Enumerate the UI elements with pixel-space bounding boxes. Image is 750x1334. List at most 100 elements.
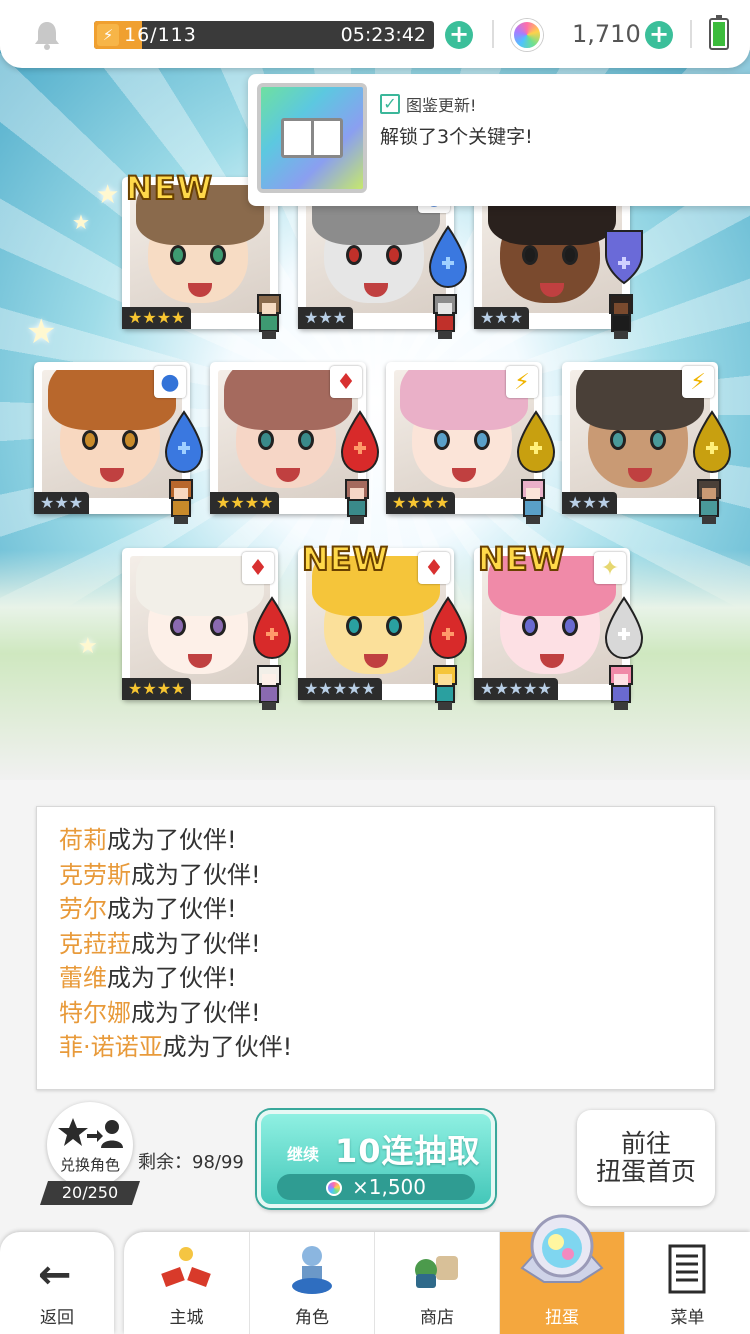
pixel-sprite-icon	[345, 479, 369, 524]
stamina-value: 16/113	[124, 24, 197, 46]
fire-element-icon: ♦	[242, 552, 274, 584]
new-badge: NEW	[125, 168, 213, 208]
recruit-log[interactable]: 荷莉成为了伙伴! 克劳斯成为了伙伴! 劳尔成为了伙伴! 克菈菈成为了伙伴! 蕾维成为了伙…	[36, 806, 715, 1090]
add-stamina-button[interactable]: +	[445, 21, 473, 49]
pixel-sprite-icon	[257, 665, 281, 710]
exchange-label: 兑换角色	[59, 1156, 120, 1174]
character-name: 蕾维	[59, 964, 107, 992]
rarity-stars: ★★★★★	[474, 678, 558, 700]
top-status-bar: ⚡ 16/113 05:23:42 + 1,710 +	[0, 0, 750, 68]
log-line: 克菈菈成为了伙伴!	[59, 927, 692, 962]
character-icon	[292, 1246, 332, 1294]
log-line: 克劳斯成为了伙伴!	[59, 858, 692, 893]
gem-icon	[325, 1180, 342, 1196]
battery-icon	[709, 15, 729, 50]
element-crystal-icon	[516, 410, 556, 474]
character-name: 特尔娜	[59, 998, 131, 1027]
fire-element-icon: ♦	[418, 552, 450, 584]
thunder-element-icon: ⚡	[682, 366, 714, 398]
character-card[interactable]: ★★★★ ⚡	[386, 362, 556, 524]
nav-label: 主城	[169, 1308, 204, 1328]
gacha-orb-icon	[520, 1214, 604, 1283]
character-card[interactable]: ★★★ ●	[34, 362, 204, 524]
gem-count: 1,710	[572, 20, 641, 48]
sparkle-icon: ★	[78, 634, 98, 659]
pixel-sprite-icon	[433, 665, 457, 710]
thunder-element-icon: ⚡	[506, 366, 538, 398]
sparkle-icon: ★	[72, 210, 90, 234]
goto-gacha-home-button[interactable]: 前往 扭蛋首页	[577, 1110, 715, 1206]
back-button[interactable]: ← 返回	[0, 1232, 114, 1334]
rarity-stars: ★★★	[562, 492, 618, 514]
rarity-stars: ★★★	[298, 307, 354, 329]
nav-item-shop[interactable]: 商店	[374, 1232, 499, 1334]
element-crystal-icon	[340, 410, 380, 474]
pixel-sprite-icon	[609, 665, 633, 710]
nav-item-characters[interactable]: 角色	[249, 1232, 374, 1334]
pull-label: 10连抽取	[335, 1132, 481, 1170]
light-element-icon: ✦	[594, 552, 626, 584]
pixel-sprite-icon	[169, 479, 193, 524]
pixel-sprite-icon	[257, 294, 281, 339]
exchange-count-badge: 20/250	[40, 1181, 140, 1205]
log-line: 特尔娜成为了伙伴!	[59, 996, 692, 1031]
menu-icon	[668, 1244, 706, 1294]
log-line: 蕾维成为了伙伴!	[59, 961, 692, 996]
nav-item-menu[interactable]: 菜单	[624, 1232, 750, 1334]
back-arrow-icon: ←	[38, 1252, 72, 1298]
character-name: 克劳斯	[59, 860, 131, 889]
nav-item-gacha[interactable]: 扭蛋	[499, 1214, 624, 1334]
character-card[interactable]: ★★★★★ NEW ✦	[474, 539, 644, 710]
element-crystal-icon	[164, 410, 204, 474]
remaining-pulls: 剩余：98/99	[138, 1152, 244, 1173]
nav-label: 角色	[295, 1308, 329, 1328]
codex-update-notification[interactable]: ✓ 图鉴更新! 解锁了3个关键字!	[248, 74, 750, 206]
new-badge: NEW	[477, 539, 565, 579]
rarity-stars: ★★★★	[122, 307, 192, 329]
character-name: 克菈菈	[59, 929, 131, 958]
stamina-bolt-icon: ⚡	[97, 24, 119, 46]
add-gems-button[interactable]: +	[645, 21, 673, 49]
log-suffix: 成为了伙伴!	[131, 860, 261, 889]
notification-message: 解锁了3个关键字!	[380, 126, 533, 148]
stamina-bar: ⚡ 16/113 05:23:42	[94, 21, 434, 49]
nav-label: 扭蛋	[545, 1308, 579, 1328]
log-suffix: 成为了伙伴!	[107, 964, 237, 992]
continue-label: 继续	[287, 1145, 320, 1164]
checkmark-icon: ✓	[380, 94, 400, 114]
shield-crystal-icon	[605, 230, 643, 285]
character-name: 荷莉	[59, 826, 107, 854]
continue-10-pull-button[interactable]: 继续 10连抽取 ×1,500	[257, 1110, 495, 1208]
character-card[interactable]: ★★★ ⚡	[562, 362, 732, 524]
character-card[interactable]: ★★★★ ♦	[122, 548, 292, 710]
exchange-character-button[interactable]: 兑换角色	[47, 1102, 133, 1188]
rarity-stars: ★★★★	[210, 492, 280, 514]
exchange-icon	[58, 1118, 123, 1148]
character-card[interactable]: ★★★★★ NEW ♦	[298, 539, 468, 710]
rarity-stars: ★★★★	[386, 492, 456, 514]
shop-icon	[415, 1256, 458, 1288]
element-crystal-icon	[692, 410, 732, 474]
pull-cost-value: ×1,500	[351, 1175, 426, 1199]
goto-line2: 扭蛋首页	[595, 1157, 696, 1186]
notification-title: 图鉴更新!	[406, 96, 477, 115]
bell-icon[interactable]	[33, 20, 61, 50]
log-suffix: 成为了伙伴!	[107, 895, 237, 923]
nav-label: 商店	[420, 1308, 454, 1328]
sparkle-icon: ★	[96, 180, 120, 210]
element-crystal-icon	[428, 225, 468, 289]
nav-item-town[interactable]: 主城	[124, 1232, 249, 1334]
bottom-nav: 主城 角色 商店 扭蛋 菜单	[124, 1214, 750, 1334]
pixel-sprite-icon	[609, 294, 633, 339]
character-name: 劳尔	[59, 895, 107, 923]
sparkle-icon: ★	[26, 312, 57, 352]
nav-label: 菜单	[670, 1308, 705, 1328]
element-crystal-icon	[252, 596, 292, 660]
rarity-stars: ★★★	[34, 492, 90, 514]
divider	[492, 20, 494, 48]
rarity-stars: ★★★★	[122, 678, 192, 700]
pixel-sprite-icon	[697, 479, 721, 524]
gem-icon	[511, 19, 543, 51]
rarity-stars: ★★★★★	[298, 678, 382, 700]
character-card[interactable]: ★★★★ ♦	[210, 362, 380, 524]
